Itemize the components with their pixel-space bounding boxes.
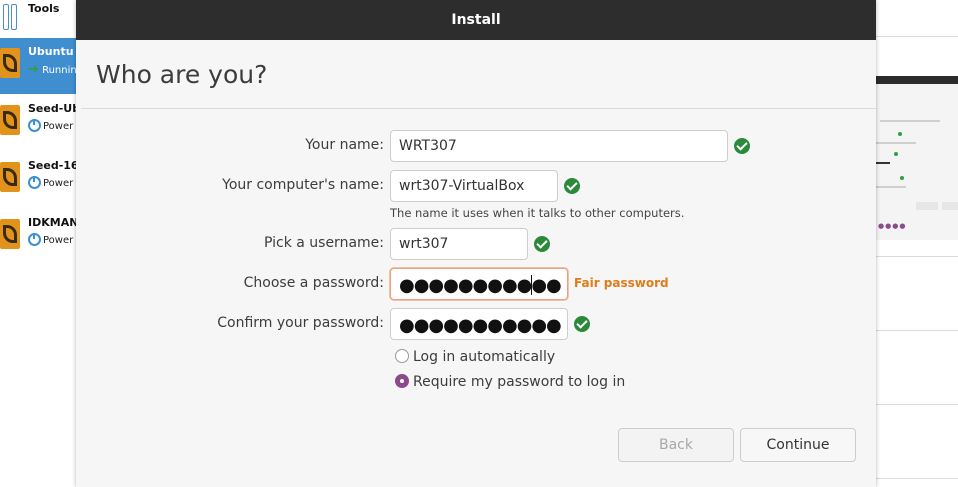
vm-name: Seed-16: [28, 159, 79, 172]
username-label: Pick a username:: [263, 235, 384, 251]
divider: [876, 478, 958, 479]
vm-status-text: Power: [43, 178, 74, 189]
computer-name-label: Your computer's name:: [222, 177, 384, 193]
radio-button-selected[interactable]: [395, 374, 409, 388]
password-strength: Fair password: [574, 276, 669, 290]
divider: [876, 36, 958, 37]
ubuntu-vm-icon: [0, 105, 20, 135]
divider: [876, 404, 958, 405]
check-icon: [564, 178, 580, 194]
check-icon: [574, 316, 590, 332]
vm-item-idkman[interactable]: IDKMAN Power: [0, 209, 80, 265]
radio-button[interactable]: [395, 349, 409, 363]
preview-button: [942, 202, 958, 210]
tools-item[interactable]: Tools: [0, 0, 80, 39]
vm-status: Power: [28, 176, 73, 189]
preview-check-icon: [894, 152, 898, 156]
power-off-icon: [28, 176, 41, 189]
ubuntu-vm-icon: [0, 219, 20, 249]
vm-status-text: Running: [42, 65, 80, 76]
dialog-titlebar[interactable]: Install: [76, 0, 876, 40]
vm-name: Seed-Ub: [28, 102, 80, 115]
vm-status: ➔ Running: [28, 62, 80, 77]
dialog-title: Install: [451, 12, 501, 28]
preview-progress-dots: ●●●●: [878, 222, 907, 230]
details-panel: [876, 0, 958, 487]
check-icon: [734, 138, 750, 154]
check-icon: [534, 236, 550, 252]
vm-item-seed-16[interactable]: Seed-16 Power: [0, 152, 80, 208]
login-require-label: Require my password to log in: [413, 374, 626, 390]
power-off-icon: [28, 119, 41, 132]
confirm-password-label: Confirm your password:: [217, 315, 384, 331]
preview-check-icon: [898, 132, 902, 136]
page-title: Who are you?: [96, 60, 268, 89]
tools-icon: [2, 4, 18, 30]
vm-preview-thumbnail: ●●●●: [876, 76, 958, 240]
password-label: Choose a password:: [243, 275, 384, 291]
back-button[interactable]: Back: [618, 428, 734, 462]
vm-status-text: Power: [43, 235, 74, 246]
tools-label: Tools: [28, 2, 60, 15]
confirm-password-input[interactable]: ●●●●●●●●●●●: [390, 308, 568, 340]
continue-button[interactable]: Continue: [740, 428, 856, 462]
username-input[interactable]: [390, 228, 528, 260]
login-require-option[interactable]: Require my password to log in: [395, 374, 625, 390]
vm-item-seed-ub[interactable]: Seed-Ub Power: [0, 95, 80, 151]
preview-line: [876, 186, 906, 188]
power-off-icon: [28, 233, 41, 246]
install-dialog: Install Who are you? Your name: Your com…: [76, 0, 876, 487]
vm-status: Power: [28, 119, 73, 132]
preview-line: [876, 162, 890, 164]
computer-name-input[interactable]: [390, 170, 558, 202]
confirm-password-mask: ●●●●●●●●●●●: [399, 315, 562, 336]
divider: [81, 108, 876, 109]
vm-name: Ubuntu: [28, 45, 74, 58]
running-arrow-icon: ➔: [28, 62, 39, 77]
computer-name-hint: The name it uses when it talks to other …: [390, 206, 685, 220]
password-mask: ●●●●●●●●●●●: [399, 275, 562, 296]
name-input[interactable]: [390, 130, 728, 162]
ubuntu-vm-icon: [0, 162, 20, 192]
vm-status: Power: [28, 233, 73, 246]
vm-item-ubuntu[interactable]: Ubuntu ➔ Running: [0, 38, 80, 94]
divider: [876, 256, 958, 257]
vm-list: Tools Ubuntu ➔ Running Seed-Ub Power See…: [0, 0, 80, 487]
vm-status-text: Power: [43, 121, 74, 132]
divider: [876, 330, 958, 331]
preview-line: [876, 142, 916, 144]
preview-line: [880, 120, 940, 122]
vm-name: IDKMAN: [28, 216, 79, 229]
preview-check-icon: [900, 176, 904, 180]
preview-button: [916, 202, 938, 210]
login-auto-label: Log in automatically: [413, 349, 556, 365]
ubuntu-vm-icon: [0, 48, 20, 78]
text-caret: [531, 275, 532, 295]
password-input[interactable]: ●●●●●●●●●●●: [390, 268, 568, 300]
name-label: Your name:: [305, 137, 384, 153]
login-auto-option[interactable]: Log in automatically: [395, 349, 555, 365]
